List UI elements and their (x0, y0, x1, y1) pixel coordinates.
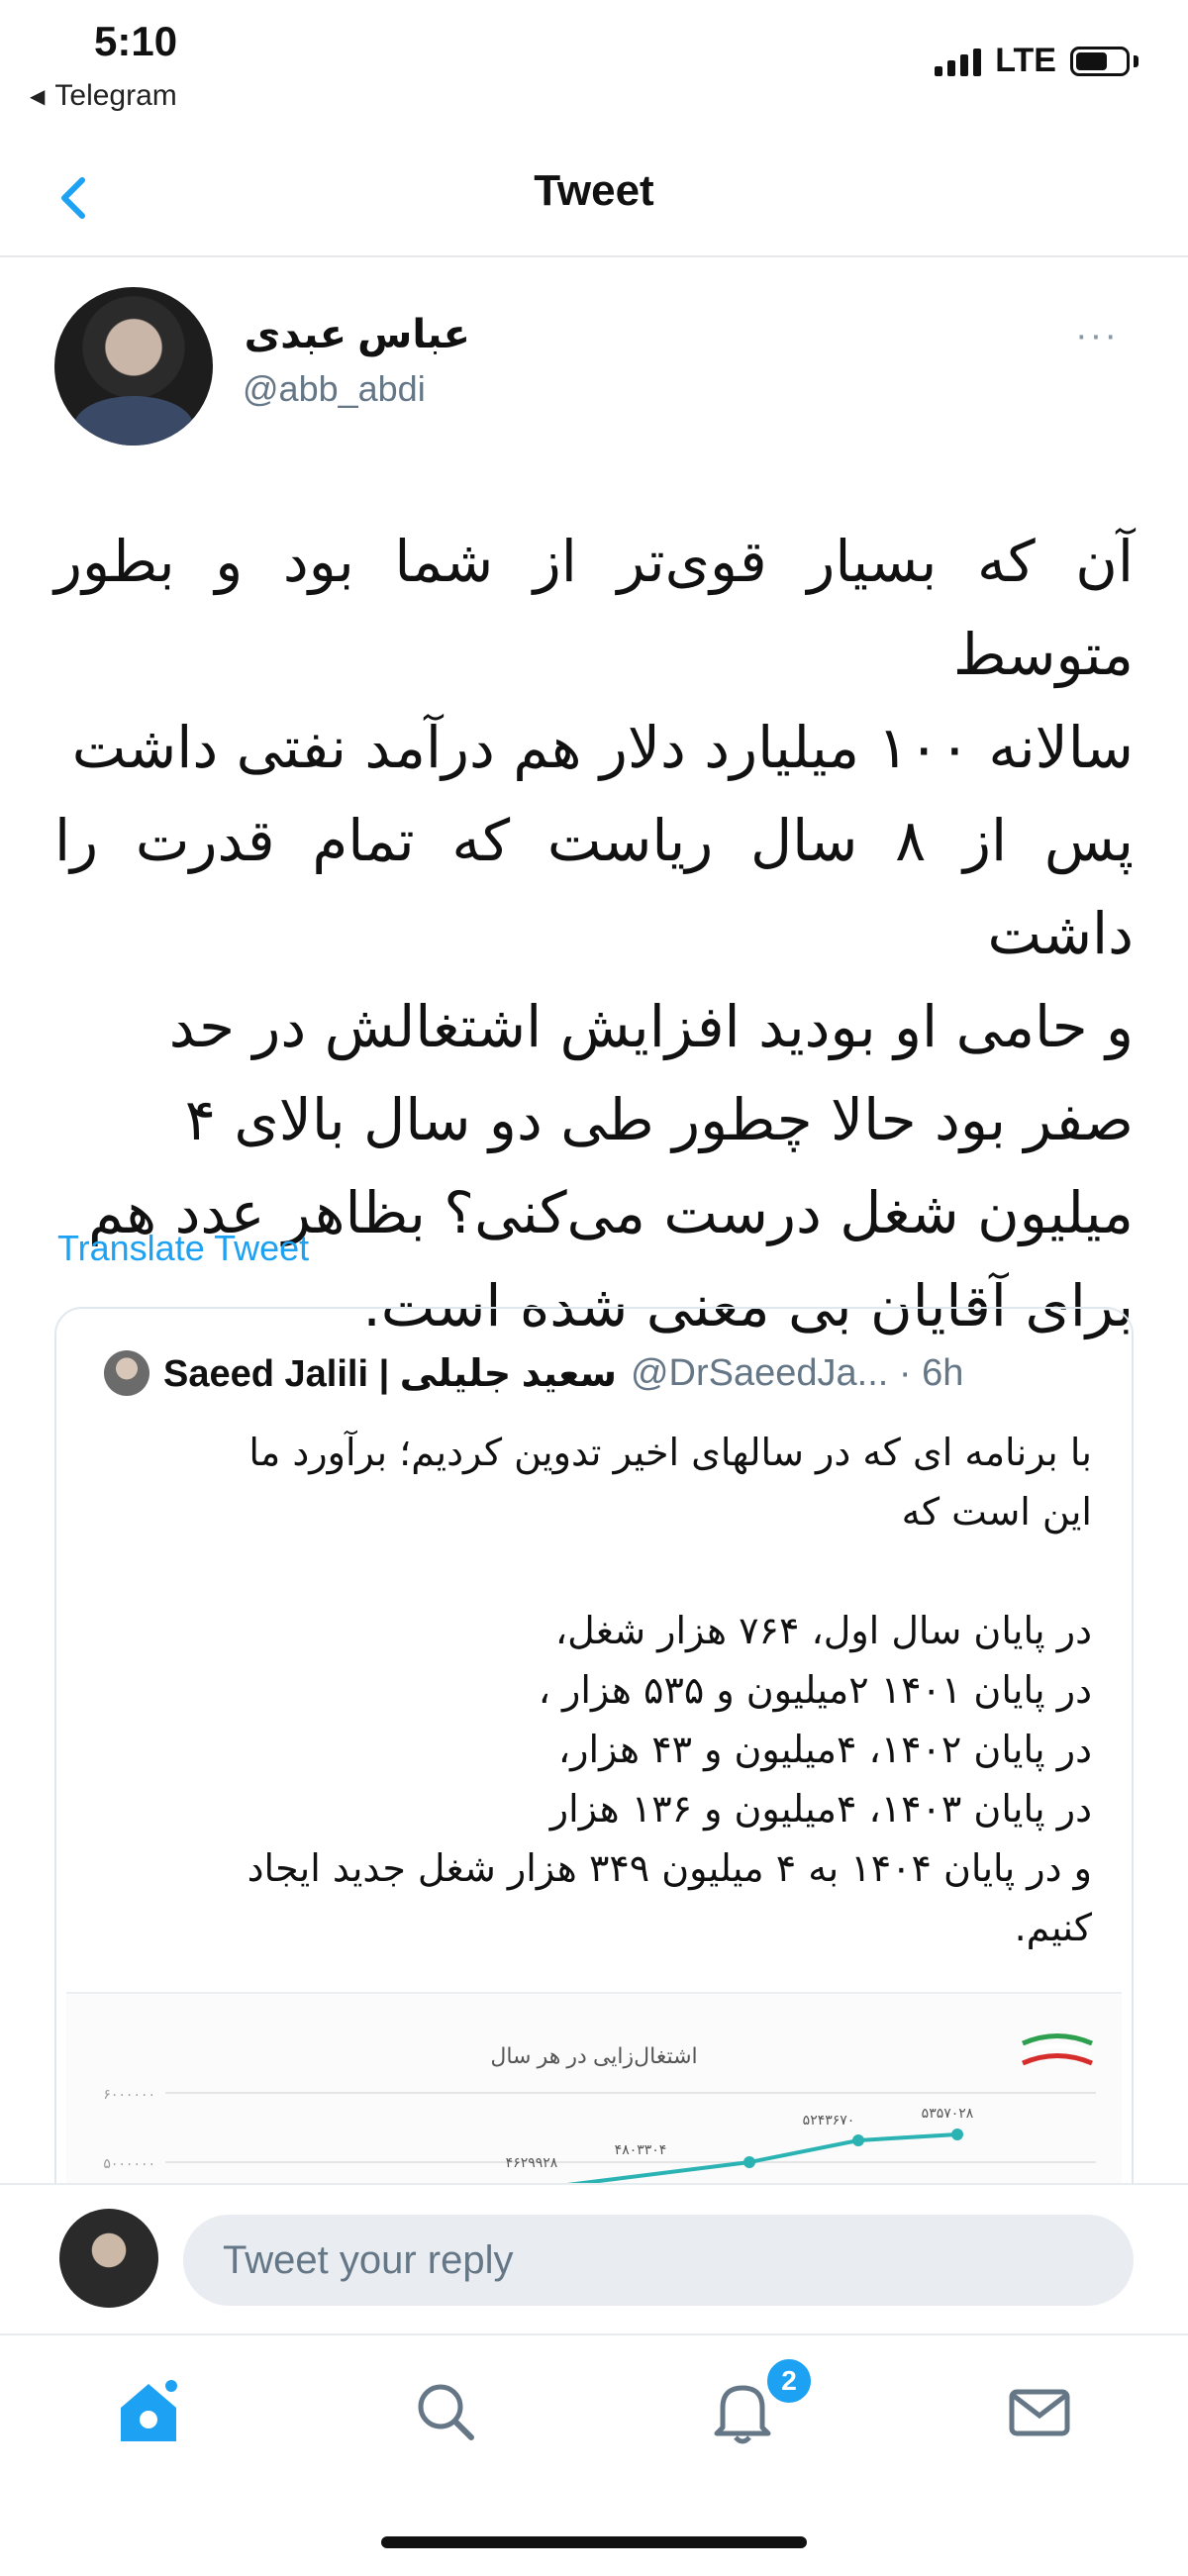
messages-icon[interactable] (1000, 2372, 1079, 2451)
author-name[interactable]: عباس عبدی (243, 312, 470, 357)
my-avatar[interactable] (59, 2209, 158, 2308)
tweet-line: و حامی او بودید افزایش اشتغالش در حد (168, 993, 1134, 1060)
translate-tweet-link[interactable]: Translate Tweet (57, 1228, 309, 1269)
page-title: Tweet (534, 166, 654, 215)
back-to-app-link[interactable]: ◀ Telegram (30, 79, 177, 113)
tweet-line: آن که بسیار قوی‌تر از شما بود و بطور متو… (54, 528, 1134, 688)
home-icon[interactable] (109, 2372, 188, 2451)
data-label: ۴۸۰۳۳۰۴ (615, 2141, 667, 2157)
y-tick-label: ۵۰۰۰۰۰۰ (103, 2155, 155, 2171)
back-triangle-icon: ◀ (30, 85, 46, 108)
nav-header: Tweet (0, 149, 1188, 257)
tweet-line: پس از ۸ سال ریاست که تمام قدرت را داشت (54, 807, 1134, 967)
data-label: ۵۳۵۷۰۲۸ (922, 2105, 974, 2121)
back-app-label: Telegram (54, 79, 177, 112)
quoted-author-name: Saeed Jalili | سعید جلیلی (163, 1352, 617, 1395)
battery-tip (1134, 54, 1138, 67)
quoted-line: در پایان ۱۴۰۱ ۲میلیون و ۵۳۵ هزار ، (538, 1668, 1092, 1712)
home-indicator[interactable] (381, 2536, 807, 2548)
data-label: ۴۶۲۹۹۲۸ (506, 2154, 558, 2170)
more-options-icon[interactable]: ··· (1075, 315, 1119, 357)
y-tick-label: ۶۰۰۰۰۰۰ (103, 2086, 155, 2102)
data-label: ۵۲۴۳۶۷۰ (803, 2112, 855, 2128)
tweet-line: صفر بود حالا چطور طی دو سال بالای ۴ (184, 1086, 1134, 1153)
quoted-line: در پایان ۱۴۰۲، ۴میلیون و ۴۳ هزار، (557, 1728, 1092, 1771)
status-indicators: LTE (935, 42, 1138, 80)
notification-badge: 2 (764, 2356, 814, 2406)
quoted-author-avatar (104, 1350, 149, 1396)
quoted-tweet-card[interactable]: Saeed Jalili | سعید جلیلی @DrSaeedJa... … (54, 1307, 1134, 2297)
quoted-line: با برنامه ای که در سالهای اخیر تدوین کرد… (248, 1431, 1092, 1474)
quoted-author-handle: @DrSaeedJa... · 6h (630, 1351, 964, 1394)
search-icon[interactable] (406, 2372, 485, 2451)
bottom-tab-bar (0, 2336, 1188, 2485)
status-time: 5:10 (94, 18, 178, 64)
cellular-signal-icon (935, 47, 982, 76)
quoted-line: این است که (901, 1490, 1092, 1534)
reply-input[interactable]: Tweet your reply (183, 2215, 1134, 2306)
quoted-tweet-header: Saeed Jalili | سعید جلیلی @DrSaeedJa... … (104, 1348, 1092, 1398)
quoted-line: و در پایان ۱۴۰۴ به ۴ میلیون ۳۴۹ هزار شغل… (247, 1846, 1092, 1890)
quoted-line: در پایان ۱۴۰۳، ۴میلیون و ۱۳۶ هزار (549, 1787, 1092, 1831)
quoted-tweet-text: با برنامه ای که در سالهای اخیر تدوین کرد… (96, 1423, 1092, 1957)
quoted-line: در پایان سال اول، ۷۶۴ هزار شغل، (554, 1609, 1092, 1652)
reply-bar: Tweet your reply (0, 2183, 1188, 2335)
author-handle[interactable]: @abb_abdi (243, 368, 426, 410)
quoted-line: کنیم. (1014, 1906, 1092, 1949)
tweet-line: سالانه ۱۰۰ میلیارد دلار هم درآمد نفتی دا… (71, 714, 1134, 781)
author-avatar[interactable] (54, 287, 213, 446)
battery-icon (1070, 46, 1130, 76)
network-type: LTE (995, 42, 1056, 79)
